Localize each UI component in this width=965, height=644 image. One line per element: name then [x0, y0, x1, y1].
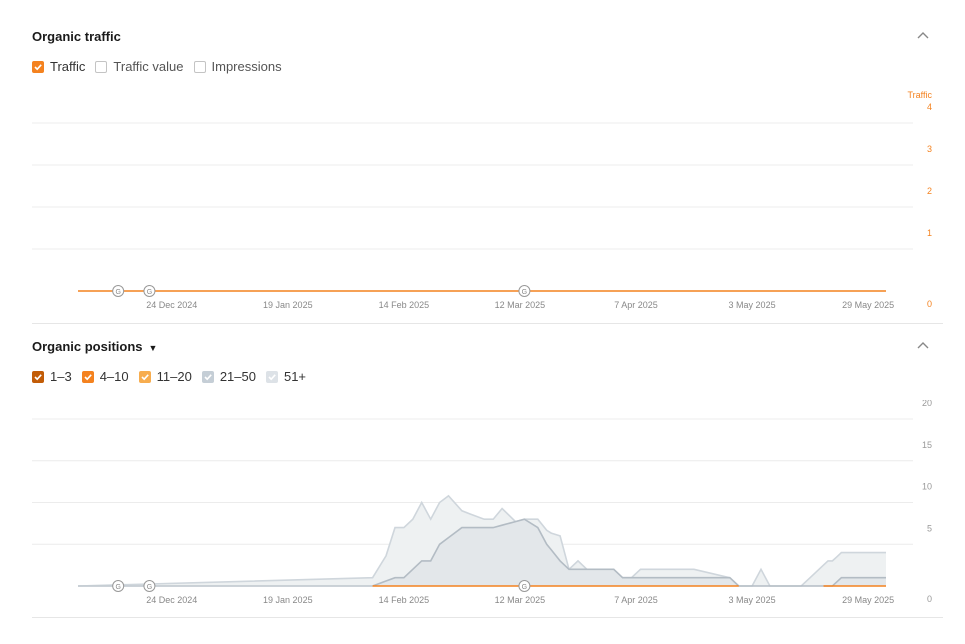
- y-tick-label: 1: [927, 228, 932, 238]
- x-tick-label: 24 Dec 2024: [146, 595, 197, 605]
- unchecked-box-icon: [95, 60, 108, 73]
- x-tick-label: 7 Apr 2025: [614, 300, 658, 310]
- organic-traffic-chart: 0 1 2 3 4 Traffic 24 Dec 2024 19 Jan 2025 14 Feb…: [32, 90, 932, 310]
- x-tick-label: 19 Jan 2025: [263, 595, 313, 605]
- google-update-marker: G: [518, 285, 531, 297]
- y-tick-label: 10: [922, 482, 932, 492]
- google-update-marker: G: [518, 580, 531, 592]
- checked-box-icon: [201, 370, 214, 383]
- google-update-marker: G: [143, 580, 156, 592]
- positions-ranges-legend: 1–3 4–10 11–20 21–50 51+: [32, 369, 316, 384]
- checked-box-icon: [265, 370, 278, 383]
- chevron-up-icon: [917, 32, 929, 39]
- traffic-metrics-legend: Traffic Traffic value Impressions: [32, 59, 292, 74]
- y-tick-label: 20: [922, 400, 932, 408]
- x-tick-label: 12 Mar 2025: [495, 595, 546, 605]
- google-marker-label: G: [522, 289, 527, 296]
- range-4-10-checkbox[interactable]: 4–10: [81, 369, 129, 384]
- range-11-20-label: 11–20: [156, 369, 192, 384]
- checked-box-icon: [138, 370, 151, 383]
- traffic-value-checkbox[interactable]: Traffic value: [95, 59, 184, 74]
- positions-collapse-button[interactable]: [917, 341, 931, 351]
- range-1-3-checkbox[interactable]: 1–3: [32, 369, 72, 384]
- checked-box-icon: [32, 60, 44, 73]
- x-tick-label: 14 Feb 2025: [379, 300, 430, 310]
- google-marker-label: G: [147, 584, 152, 591]
- organic-positions-chart: 0 5 10 15 20 24 Dec 2024 19 Jan 2025 14 Feb 202…: [32, 400, 932, 605]
- x-tick-label: 12 Mar 2025: [495, 300, 546, 310]
- section-divider: [32, 617, 943, 618]
- traffic-collapse-button[interactable]: [917, 31, 931, 41]
- unchecked-box-icon: [193, 60, 206, 73]
- range-1-3-label: 1–3: [50, 369, 72, 384]
- x-tick-label: 3 May 2025: [729, 300, 776, 310]
- x-tick-label: 14 Feb 2025: [379, 595, 430, 605]
- x-tick-label: 29 May 2025: [842, 300, 894, 310]
- x-tick-label: 29 May 2025: [842, 595, 894, 605]
- traffic-checkbox[interactable]: Traffic: [32, 59, 85, 74]
- range-4-10-label: 4–10: [99, 369, 129, 384]
- google-update-marker: G: [112, 285, 125, 297]
- google-marker-label: G: [115, 584, 120, 591]
- range-21-50-label: 21–50: [219, 369, 256, 384]
- traffic-value-checkbox-label: Traffic value: [113, 59, 184, 74]
- y-axis-label: Traffic: [907, 90, 932, 100]
- traffic-checkbox-label: Traffic: [50, 59, 86, 74]
- y-tick-label: 0: [927, 299, 932, 309]
- checked-box-icon: [32, 370, 44, 383]
- x-tick-label: 7 Apr 2025: [614, 595, 658, 605]
- impressions-checkbox[interactable]: Impressions: [193, 59, 282, 74]
- x-tick-label: 24 Dec 2024: [146, 300, 197, 310]
- google-marker-label: G: [115, 289, 120, 296]
- google-update-marker: G: [143, 285, 156, 297]
- y-tick-label: 5: [927, 523, 932, 533]
- range-51-plus-checkbox[interactable]: 51+: [265, 369, 307, 384]
- x-tick-label: 19 Jan 2025: [263, 300, 313, 310]
- organic-traffic-title: Organic traffic: [32, 29, 121, 44]
- x-tick-label: 3 May 2025: [729, 595, 776, 605]
- organic-positions-title-text: Organic positions: [32, 339, 143, 354]
- y-tick-label: 15: [922, 440, 932, 450]
- checked-box-icon: [81, 370, 94, 383]
- y-tick-label: 3: [927, 144, 932, 154]
- chevron-up-icon: [917, 342, 929, 349]
- range-51-plus-label: 51+: [283, 369, 307, 384]
- google-marker-label: G: [147, 289, 152, 296]
- y-tick-label: 4: [927, 102, 932, 112]
- google-update-marker: G: [112, 580, 125, 592]
- organic-positions-title[interactable]: Organic positions ▼: [32, 339, 157, 354]
- range-11-20-checkbox[interactable]: 11–20: [138, 369, 192, 384]
- google-marker-label: G: [522, 584, 527, 591]
- range-21-50-checkbox[interactable]: 21–50: [201, 369, 256, 384]
- section-divider: [32, 323, 943, 324]
- y-tick-label: 0: [927, 594, 932, 604]
- impressions-checkbox-label: Impressions: [211, 59, 282, 74]
- y-tick-label: 2: [927, 186, 932, 196]
- caret-down-icon: ▼: [148, 342, 158, 353]
